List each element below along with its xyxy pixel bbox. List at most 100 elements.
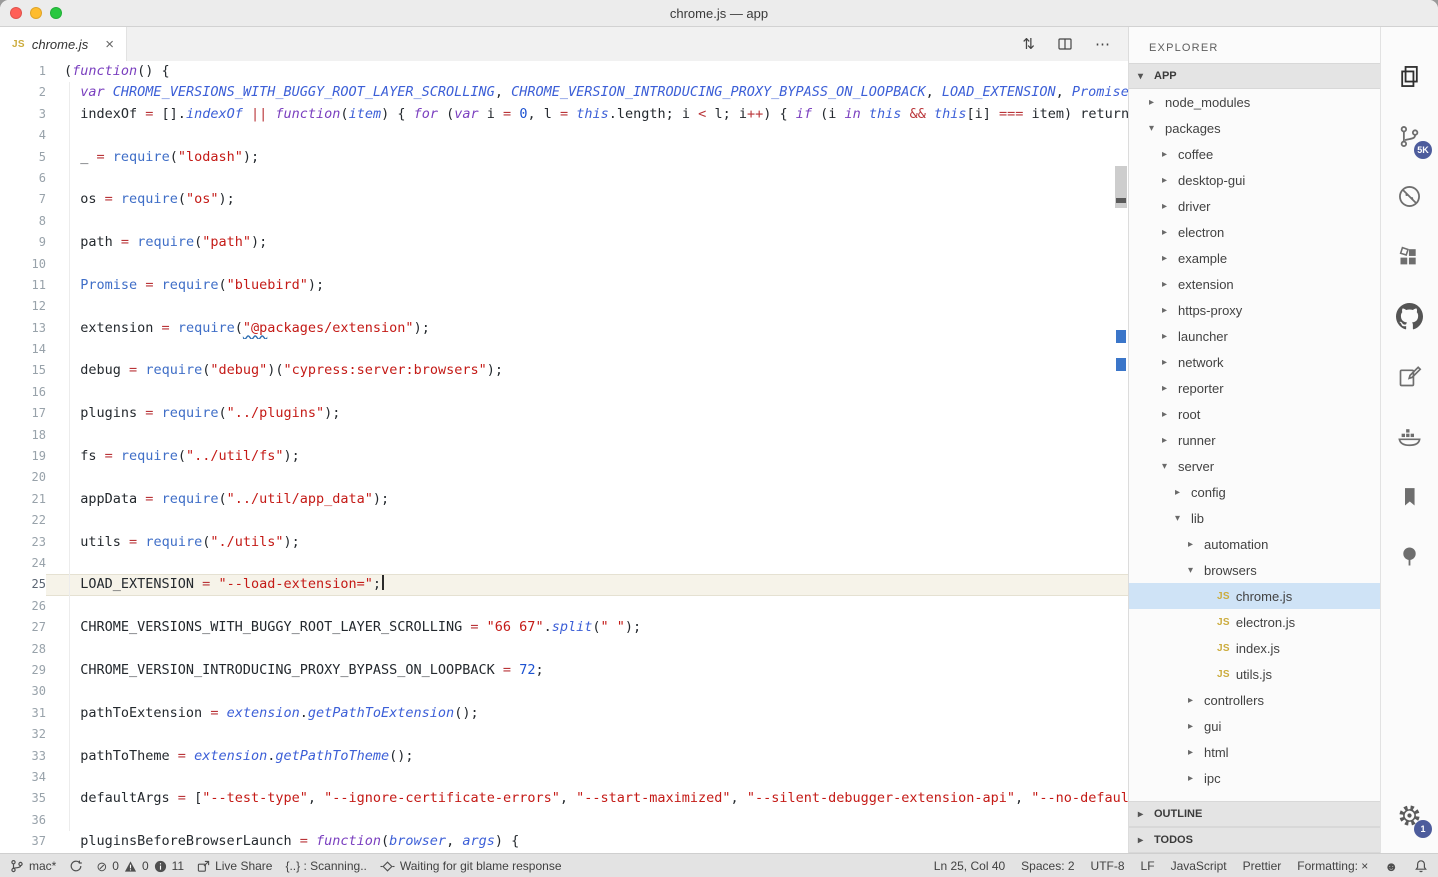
code-line-1[interactable]: 1(function() {	[0, 61, 1128, 82]
code-line-5[interactable]: 5 _ = require("lodash");	[0, 147, 1128, 168]
folder-https-proxy[interactable]: ▸https-proxy	[1129, 297, 1380, 323]
folder-root[interactable]: ▸root	[1129, 401, 1380, 427]
code-line-6[interactable]: 6	[0, 168, 1128, 189]
feedback-smiley-icon[interactable]: ☻	[1384, 860, 1398, 873]
settings-gear-icon[interactable]: 1	[1396, 802, 1423, 829]
code-line-27[interactable]: 27 CHROME_VERSIONS_WITH_BUGGY_ROOT_LAYER…	[0, 617, 1128, 638]
code-line-8[interactable]: 8	[0, 211, 1128, 232]
code-line-37[interactable]: 37 pluginsBeforeBrowserLaunch = function…	[0, 831, 1128, 852]
folder-desktop-gui[interactable]: ▸desktop-gui	[1129, 167, 1380, 193]
more-actions-icon[interactable]: ⋯	[1095, 37, 1110, 52]
folder-gui[interactable]: ▸gui	[1129, 713, 1380, 739]
spell-scanning-item[interactable]: {..} : Scanning..	[285, 859, 366, 873]
bookmarks-icon[interactable]	[1396, 483, 1423, 510]
code-line-31[interactable]: 31 pathToExtension = extension.getPathTo…	[0, 703, 1128, 724]
file-electron.js[interactable]: JSelectron.js	[1129, 609, 1380, 635]
file-index.js[interactable]: JSindex.js	[1129, 635, 1380, 661]
split-editor-icon[interactable]	[1057, 36, 1073, 52]
folder-node_modules[interactable]: ▸node_modules	[1129, 89, 1380, 115]
docker-icon[interactable]	[1396, 423, 1423, 450]
code-line-30[interactable]: 30	[0, 681, 1128, 702]
code-line-7[interactable]: 7 os = require("os");	[0, 189, 1128, 210]
code-line-10[interactable]: 10	[0, 254, 1128, 275]
code-line-11[interactable]: 11 Promise = require("bluebird");	[0, 275, 1128, 296]
extensions-icon[interactable]	[1396, 243, 1423, 270]
indentation-item[interactable]: Spaces: 2	[1021, 859, 1074, 873]
code-line-13[interactable]: 13 extension = require("@packages/extens…	[0, 318, 1128, 339]
code-line-22[interactable]: 22	[0, 510, 1128, 531]
tab-chrome-js[interactable]: JS chrome.js ×	[0, 27, 127, 61]
folder-html[interactable]: ▸html	[1129, 739, 1380, 765]
code-line-25[interactable]: 25 LOAD_EXTENSION = "--load-extension=";	[0, 574, 1128, 595]
problems-item[interactable]: ⊘ 0 0 11	[96, 859, 184, 873]
cursor-position-item[interactable]: Ln 25, Col 40	[934, 859, 1005, 873]
language-mode-item[interactable]: JavaScript	[1171, 859, 1227, 873]
file-utils.js[interactable]: JSutils.js	[1129, 661, 1380, 687]
file-chrome.js[interactable]: JSchrome.js	[1129, 583, 1380, 609]
code-line-12[interactable]: 12	[0, 296, 1128, 317]
code-line-2[interactable]: 2 var CHROME_VERSIONS_WITH_BUGGY_ROOT_LA…	[0, 82, 1128, 103]
code-line-20[interactable]: 20	[0, 467, 1128, 488]
source-control-icon[interactable]: 5K	[1396, 123, 1423, 150]
compare-changes-icon[interactable]: ⇅	[1022, 37, 1035, 52]
code-line-24[interactable]: 24	[0, 553, 1128, 574]
code-line-33[interactable]: 33 pathToTheme = extension.getPathToThem…	[0, 746, 1128, 767]
folder-reporter[interactable]: ▸reporter	[1129, 375, 1380, 401]
folder-network[interactable]: ▸network	[1129, 349, 1380, 375]
code-line-36[interactable]: 36	[0, 810, 1128, 831]
sync-item[interactable]	[69, 859, 83, 873]
folder-automation[interactable]: ▸automation	[1129, 531, 1380, 557]
formatter-item[interactable]: Prettier	[1243, 859, 1282, 873]
code-line-26[interactable]: 26	[0, 596, 1128, 617]
code-line-15[interactable]: 15 debug = require("debug")("cypress:ser…	[0, 360, 1128, 381]
folder-browsers[interactable]: ▾browsers	[1129, 557, 1380, 583]
folder-coffee[interactable]: ▸coffee	[1129, 141, 1380, 167]
code-line-28[interactable]: 28	[0, 639, 1128, 660]
code-line-34[interactable]: 34	[0, 767, 1128, 788]
notifications-bell-icon[interactable]	[1414, 859, 1428, 873]
folder-launcher[interactable]: ▸launcher	[1129, 323, 1380, 349]
section-header-todos[interactable]: ▸ TODOS	[1129, 827, 1380, 853]
code-line-9[interactable]: 9 path = require("path");	[0, 232, 1128, 253]
github-icon[interactable]	[1396, 303, 1423, 330]
code-line-18[interactable]: 18	[0, 425, 1128, 446]
code-line-14[interactable]: 14	[0, 339, 1128, 360]
folder-packages[interactable]: ▾packages	[1129, 115, 1380, 141]
folder-example[interactable]: ▸example	[1129, 245, 1380, 271]
code-line-32[interactable]: 32	[0, 724, 1128, 745]
code-line-21[interactable]: 21 appData = require("../util/app_data")…	[0, 489, 1128, 510]
circle-slash-icon[interactable]	[1396, 183, 1423, 210]
edit-session-icon[interactable]	[1396, 363, 1423, 390]
encoding-item[interactable]: UTF-8	[1091, 859, 1125, 873]
code-line-3[interactable]: 3 indexOf = [].indexOf || function(item)…	[0, 104, 1128, 125]
zoom-window-button[interactable]	[50, 7, 62, 19]
eol-item[interactable]: LF	[1141, 859, 1155, 873]
code-line-17[interactable]: 17 plugins = require("../plugins");	[0, 403, 1128, 424]
folder-electron[interactable]: ▸electron	[1129, 219, 1380, 245]
folder-lib[interactable]: ▾lib	[1129, 505, 1380, 531]
code-editor[interactable]: 1(function() {2 var CHROME_VERSIONS_WITH…	[0, 61, 1128, 853]
formatting-item[interactable]: Formatting: ×	[1297, 859, 1368, 873]
folder-extension[interactable]: ▸extension	[1129, 271, 1380, 297]
explorer-icon[interactable]	[1396, 63, 1423, 90]
editor-scrollbar[interactable]	[1114, 61, 1128, 853]
code-line-23[interactable]: 23 utils = require("./utils");	[0, 532, 1128, 553]
folder-runner[interactable]: ▸runner	[1129, 427, 1380, 453]
minimize-window-button[interactable]	[30, 7, 42, 19]
code-line-29[interactable]: 29 CHROME_VERSION_INTRODUCING_PROXY_BYPA…	[0, 660, 1128, 681]
git-blame-item[interactable]: Waiting for git blame response	[380, 859, 562, 873]
todo-tree-icon[interactable]	[1396, 543, 1423, 570]
folder-config[interactable]: ▸config	[1129, 479, 1380, 505]
section-header-outline[interactable]: ▸ OUTLINE	[1129, 801, 1380, 827]
code-line-19[interactable]: 19 fs = require("../util/fs");	[0, 446, 1128, 467]
close-tab-icon[interactable]: ×	[105, 36, 114, 53]
code-line-35[interactable]: 35 defaultArgs = ["--test-type", "--igno…	[0, 788, 1128, 809]
folder-server[interactable]: ▾server	[1129, 453, 1380, 479]
close-window-button[interactable]	[10, 7, 22, 19]
folder-ipc[interactable]: ▸ipc	[1129, 765, 1380, 791]
section-header-app[interactable]: ▾ APP	[1129, 63, 1380, 89]
code-line-4[interactable]: 4	[0, 125, 1128, 146]
folder-controllers[interactable]: ▸controllers	[1129, 687, 1380, 713]
code-line-16[interactable]: 16	[0, 382, 1128, 403]
live-share-item[interactable]: Live Share	[197, 859, 272, 873]
